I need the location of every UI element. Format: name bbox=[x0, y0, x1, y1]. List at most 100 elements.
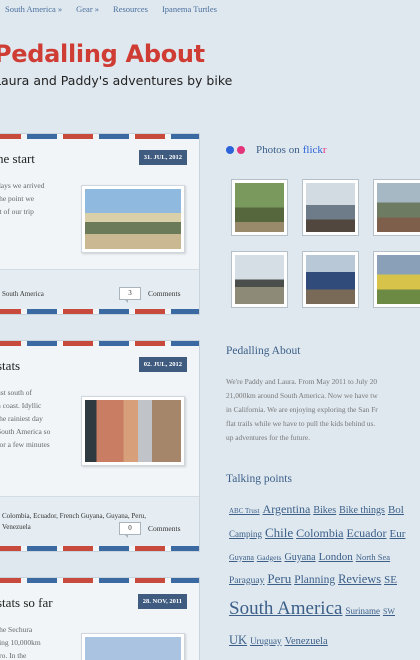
flickr-heading: Photos on flickr bbox=[226, 144, 327, 156]
flickr-photo-thumb[interactable] bbox=[302, 251, 359, 308]
nav-item-south-america[interactable]: South America » bbox=[5, 4, 62, 14]
tag-link[interactable]: North Sea bbox=[356, 552, 390, 562]
tag-link[interactable]: UK bbox=[229, 633, 247, 647]
flickr-photo-thumb[interactable] bbox=[231, 251, 288, 308]
thumb-image bbox=[235, 255, 284, 304]
flickr-photo-thumb[interactable] bbox=[302, 179, 359, 236]
tag-cloud-row: Paraguay Peru Planning Reviews SE bbox=[229, 568, 420, 592]
tag-link[interactable]: Venezuela bbox=[285, 636, 328, 647]
post-header: stats so far 28. NOV, 2011 bbox=[0, 583, 199, 623]
post-card: he start 31. JUL, 2012 days we arrived t… bbox=[0, 133, 200, 315]
tag-link[interactable]: Bol bbox=[388, 504, 404, 516]
tag-link[interactable]: Uruguay bbox=[250, 636, 282, 646]
post-title[interactable]: stats bbox=[0, 358, 20, 374]
tag-link[interactable]: Reviews bbox=[338, 572, 381, 586]
post-body: the Sechura ling 10,000km iro. In the bbox=[0, 623, 199, 660]
excerpt-line: rt of our trip bbox=[0, 207, 34, 216]
tag-cloud: ABC Trust Argentina Bikes Bike things Bol Cam… bbox=[229, 498, 420, 652]
tags-line[interactable]: Colombia, Ecuador, French Guyana, Guyana… bbox=[2, 511, 146, 522]
flickr-photo-thumb[interactable] bbox=[373, 251, 420, 308]
about-line: up adventures for the future. bbox=[226, 433, 310, 442]
thumb-image bbox=[306, 183, 355, 232]
tag-cloud-row: Camping Chile Colombia Ecuador Eur bbox=[229, 522, 420, 545]
excerpt-line: the Sechura bbox=[0, 625, 33, 634]
tag-link[interactable]: Suriname bbox=[345, 606, 380, 616]
excerpt-line: the point we bbox=[0, 194, 35, 203]
tag-link[interactable]: Bike things bbox=[339, 505, 385, 516]
comments-link[interactable]: Comments bbox=[148, 524, 181, 533]
tag-cloud-row: UK Uruguay Venezuela bbox=[229, 629, 420, 652]
tag-link[interactable]: SW bbox=[383, 607, 395, 616]
flickr-photo-thumb[interactable] bbox=[373, 179, 420, 236]
tag-link[interactable]: ABC Trust bbox=[229, 507, 260, 515]
excerpt-line: iro. In the bbox=[0, 651, 27, 660]
thumb-image bbox=[306, 255, 355, 304]
tag-link[interactable]: Bikes bbox=[313, 505, 336, 516]
thumb-image bbox=[377, 183, 420, 232]
comments-link[interactable]: Comments bbox=[148, 289, 181, 298]
post-excerpt: ust south of n coast. Idyllic the rainie… bbox=[0, 386, 77, 451]
post-footer: South America 3 Comments bbox=[0, 269, 199, 309]
tag-link[interactable]: Paraguay bbox=[229, 576, 264, 586]
post-title[interactable]: stats so far bbox=[0, 595, 53, 611]
post-excerpt: the Sechura ling 10,000km iro. In the bbox=[0, 623, 77, 660]
tag-link[interactable]: Ecuador bbox=[347, 526, 387, 540]
excerpt-line: ust south of bbox=[0, 388, 33, 397]
tag-link[interactable]: South America bbox=[229, 598, 342, 619]
excerpt-line: South America so bbox=[0, 427, 51, 436]
excerpt-line: n coast. Idyllic bbox=[0, 401, 42, 410]
tag-link[interactable]: Argentina bbox=[263, 502, 311, 516]
post-photo[interactable] bbox=[81, 633, 185, 660]
tag-link[interactable]: Camping bbox=[229, 529, 262, 539]
thumb-image bbox=[377, 255, 420, 304]
tag-link[interactable]: Chile bbox=[265, 525, 293, 540]
tag-link[interactable]: Guyana bbox=[284, 552, 315, 563]
site-tagline: Laura and Paddy's adventures by bike bbox=[0, 73, 233, 88]
nav-item-gear[interactable]: Gear » bbox=[76, 4, 99, 14]
post-card: stats 02. JUL, 2012 ust south of n coast… bbox=[0, 340, 200, 552]
tag-cloud-row: ABC Trust Argentina Bikes Bike things Bol bbox=[229, 498, 420, 522]
tag-cloud-row: Guyana Gadgets Guyana London North Sea bbox=[229, 545, 420, 568]
tag-link[interactable]: Colombia bbox=[296, 526, 343, 540]
excerpt-line: the rainiest day bbox=[0, 414, 43, 423]
talking-points-title: Talking points bbox=[226, 473, 292, 485]
excerpt-line: ling 10,000km bbox=[0, 638, 41, 647]
post-footer: Colombia, Ecuador, French Guyana, Guyana… bbox=[0, 496, 199, 546]
nav-item-ipanema-turtles[interactable]: Ipanema Turtles bbox=[162, 4, 217, 14]
tag-link[interactable]: London bbox=[319, 551, 353, 563]
cyclists-road-photo bbox=[85, 637, 181, 660]
post-date-badge: 02. JUL, 2012 bbox=[138, 357, 187, 372]
comment-count-bubble[interactable]: 0 bbox=[119, 522, 141, 538]
about-text: We're Paddy and Laura. From May 2011 to … bbox=[226, 375, 420, 445]
excerpt-line: for a few minutes bbox=[0, 440, 50, 449]
comment-count-bubble[interactable]: 3 bbox=[119, 287, 141, 303]
tag-cloud-row: South America Suriname SW bbox=[229, 592, 420, 629]
flickr-brand-r: r bbox=[322, 144, 327, 156]
top-nav: South America » Gear » Resources Ipanema… bbox=[0, 0, 420, 18]
about-line: We're Paddy and Laura. From May 2011 to … bbox=[226, 377, 378, 386]
tag-link[interactable]: Eur bbox=[390, 528, 406, 540]
post-excerpt: days we arrived the point we rt of our t… bbox=[0, 179, 77, 218]
airmail-border bbox=[0, 546, 199, 551]
nav-item-resources[interactable]: Resources bbox=[113, 4, 148, 14]
post-card: stats so far 28. NOV, 2011 the Sechura l… bbox=[0, 577, 200, 660]
post-photo[interactable] bbox=[81, 396, 185, 466]
tag-link[interactable]: Guyana bbox=[229, 553, 254, 562]
about-line: flat trails while we have to pull the ki… bbox=[226, 419, 376, 428]
about-line: 21,000km around South America. Now we ha… bbox=[226, 391, 378, 400]
tag-link[interactable]: Planning bbox=[294, 574, 335, 586]
cyclists-beach-photo bbox=[85, 189, 181, 249]
tag-link[interactable]: SE bbox=[384, 574, 397, 586]
site-title[interactable]: Pedalling About bbox=[0, 40, 205, 68]
about-line: in California. We are enjoying exploring… bbox=[226, 405, 378, 414]
post-title[interactable]: he start bbox=[0, 151, 35, 167]
selfie-gps-photo bbox=[85, 400, 181, 462]
post-header: he start 31. JUL, 2012 bbox=[0, 139, 199, 179]
flickr-photo-thumb[interactable] bbox=[231, 179, 288, 236]
post-tags[interactable]: South America bbox=[2, 289, 44, 300]
tag-link[interactable]: Gadgets bbox=[257, 553, 282, 562]
flickr-brand-link[interactable]: flickr bbox=[303, 144, 327, 156]
tag-link[interactable]: Peru bbox=[267, 571, 291, 586]
post-photo[interactable] bbox=[81, 185, 185, 253]
post-date-badge: 28. NOV, 2011 bbox=[137, 594, 187, 609]
